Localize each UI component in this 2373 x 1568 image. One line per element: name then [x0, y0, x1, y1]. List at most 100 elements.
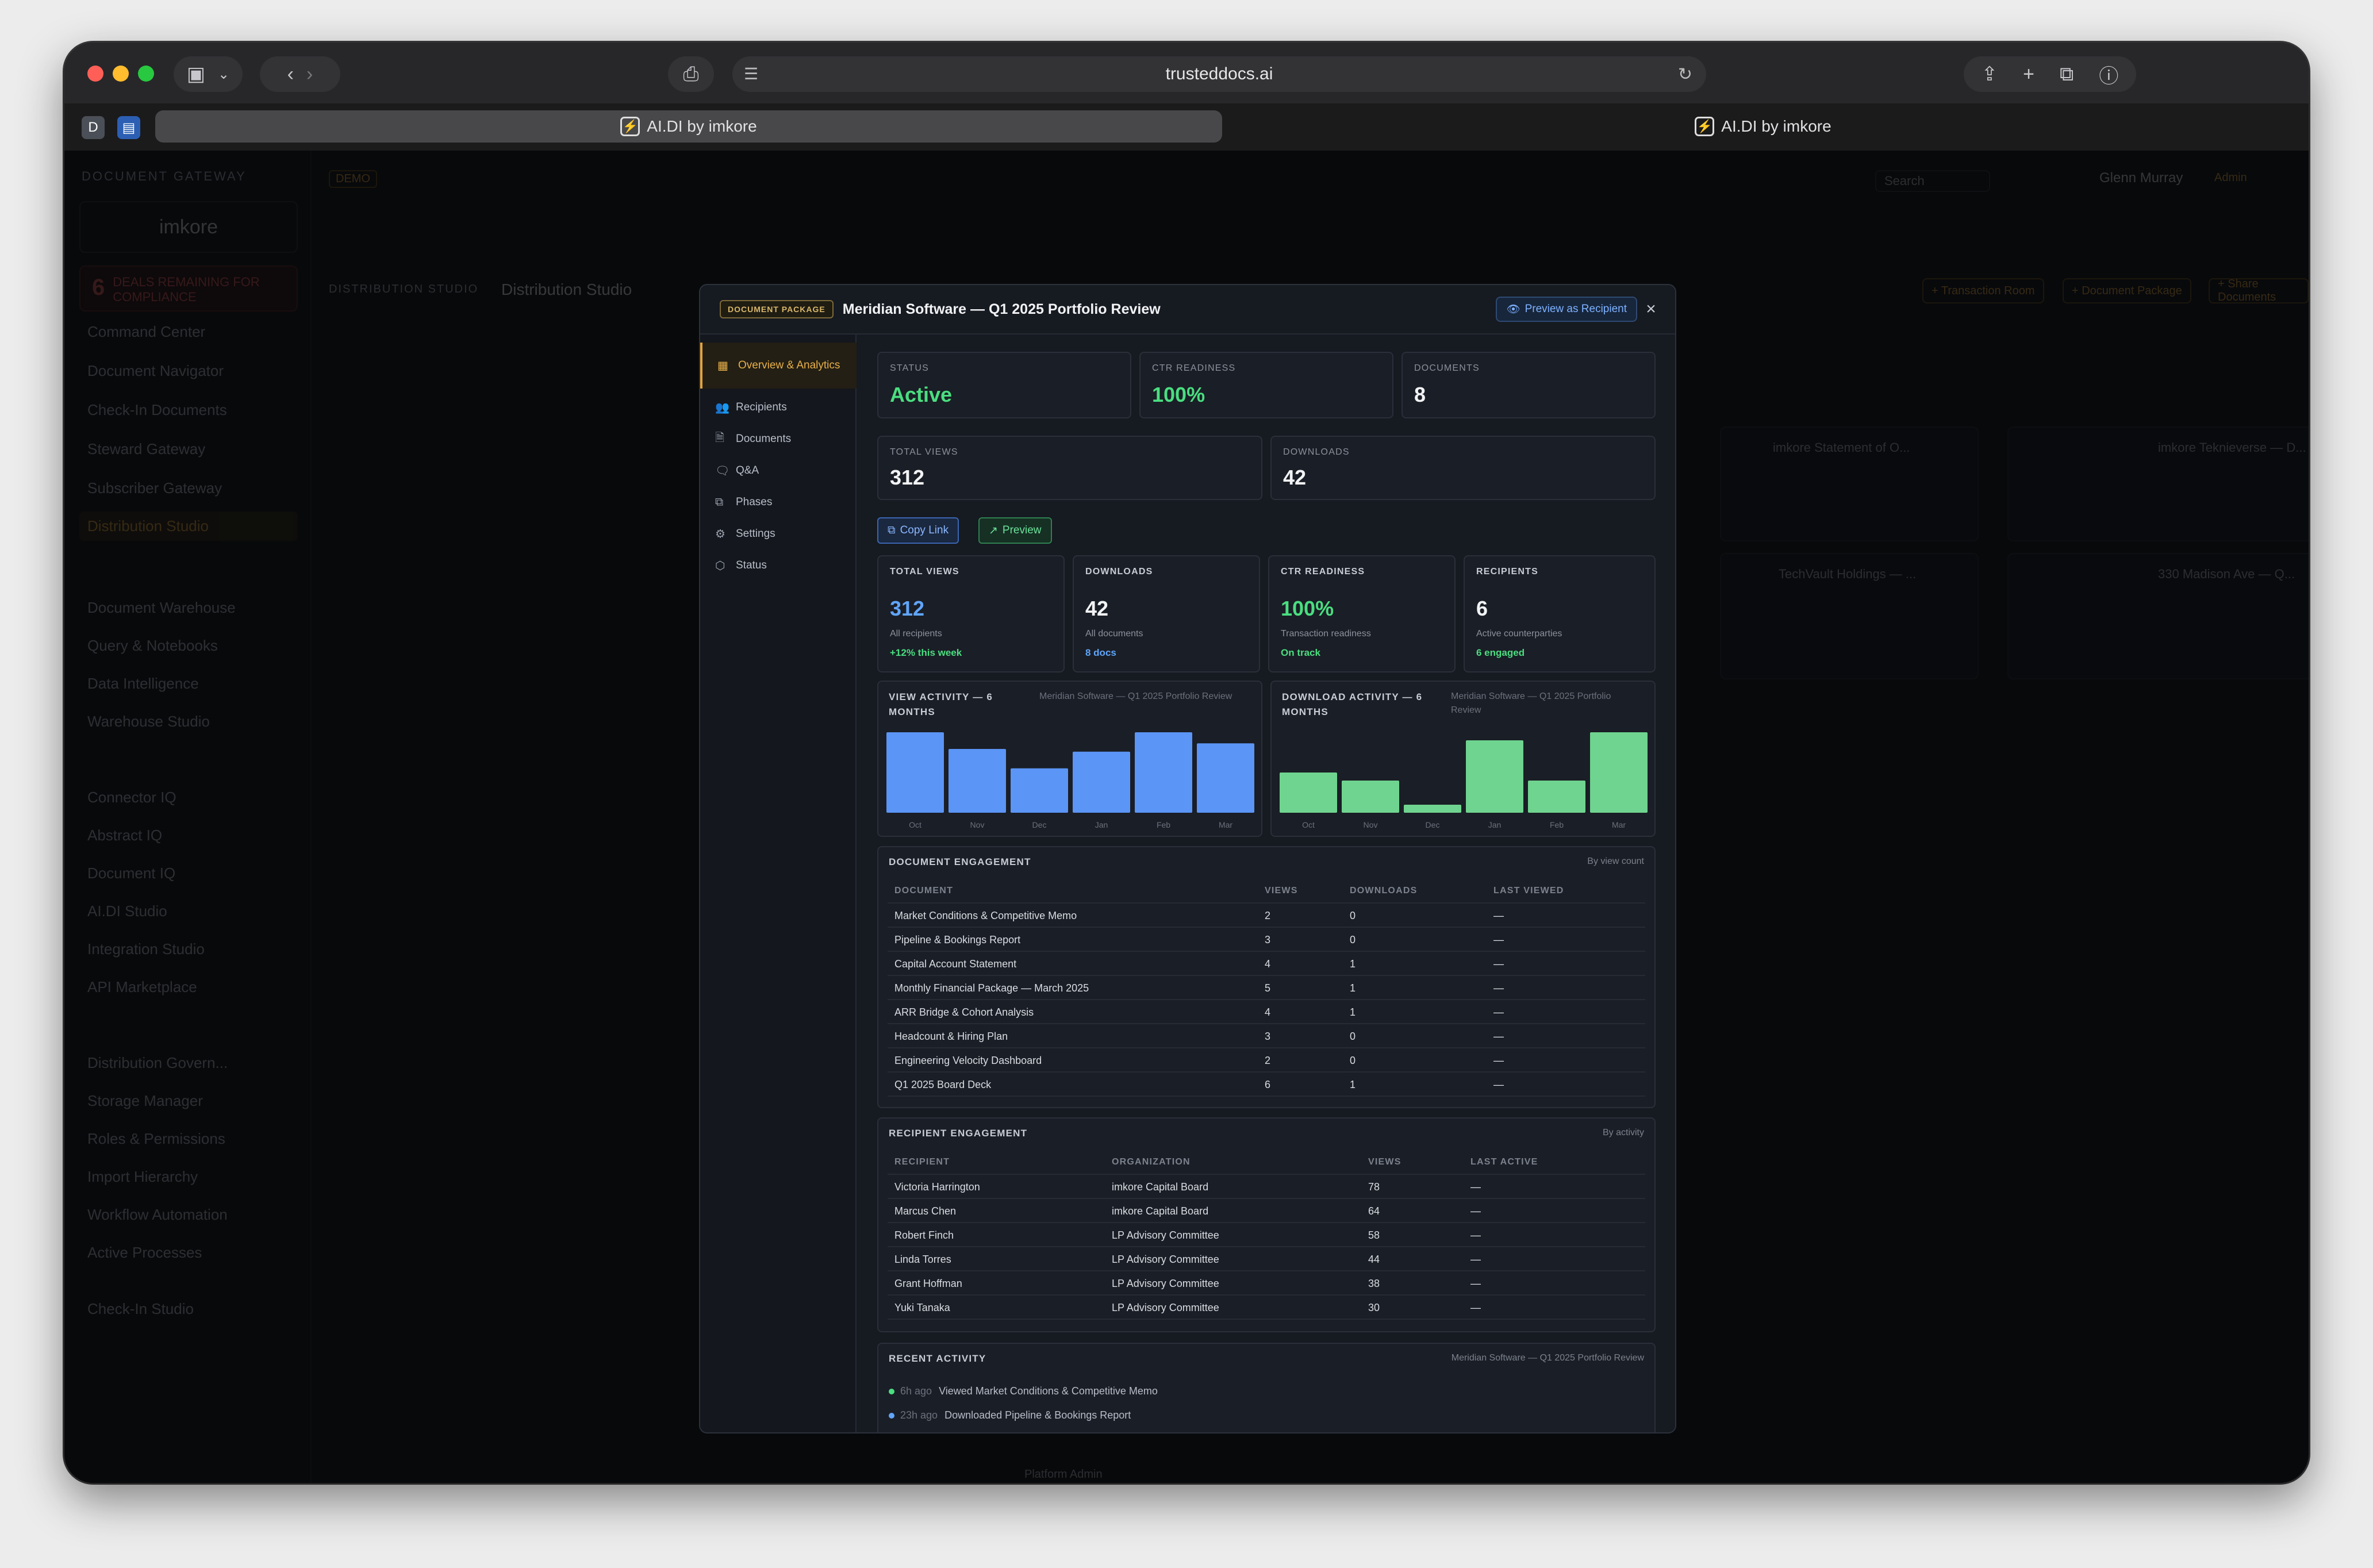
column-header: DOWNLOADS: [1350, 886, 1418, 896]
activity-text: Downloaded Pipeline & Bookings Report: [944, 1409, 1131, 1421]
modal-nav-label: Q&A: [736, 464, 759, 476]
table-row[interactable]: Pipeline & Bookings Report 3 0 —: [888, 928, 1645, 952]
organization-cell: LP Advisory Committee: [1112, 1229, 1219, 1241]
modal-nav-phases[interactable]: ⧉ Phases: [700, 487, 857, 518]
page-settings-icon[interactable]: ☰: [744, 64, 758, 83]
x-tick-label: Mar: [1219, 820, 1232, 829]
table-row[interactable]: Headcount & Hiring Plan 3 0 —: [888, 1024, 1645, 1048]
modal-nav-recipients[interactable]: 👥 Recipients: [700, 392, 857, 423]
copy-link-button[interactable]: ⧉ Copy Link: [877, 517, 959, 544]
section-subtitle: By activity: [1602, 1128, 1644, 1137]
external-link-icon: ↗: [989, 524, 998, 537]
views-cell: 6: [1265, 1079, 1271, 1090]
kpi-note: On track: [1281, 647, 1320, 658]
recipient-name: Victoria Harrington: [894, 1181, 980, 1193]
document-engagement-table: DOCUMENT VIEWS DOWNLOADS LAST VIEWED Mar…: [888, 879, 1645, 1109]
recent-activity-card: RECENT ACTIVITY Meridian Software — Q1 2…: [877, 1343, 1656, 1432]
table-row[interactable]: Robert Finch LP Advisory Committee 58 —: [888, 1223, 1645, 1247]
column-header: DOCUMENT: [894, 886, 954, 896]
forward-icon[interactable]: ›: [306, 63, 313, 86]
table-row[interactable]: Monthly Financial Package — March 2025 5 1…: [888, 976, 1645, 1000]
x-tick-label: Nov: [1364, 820, 1378, 829]
last-active-cell: —: [1470, 1254, 1481, 1265]
tab-favicon-icon: ⚡: [1695, 117, 1715, 136]
kpi-label: TOTAL VIEWS: [890, 567, 959, 577]
modal-nav-qa[interactable]: 🗨 Q&A: [700, 455, 857, 486]
views-cell: 44: [1368, 1254, 1380, 1265]
documents-stat-card: DOCUMENTS 8: [1401, 352, 1656, 418]
last-viewed-cell: —: [1493, 982, 1504, 994]
table-row[interactable]: ARR Bridge & Cohort Analysis 4 1 —: [888, 1000, 1645, 1024]
last-viewed-cell: —: [1493, 1079, 1504, 1090]
views-cell: 58: [1368, 1229, 1380, 1241]
table-row[interactable]: Engineering Velocity Dashboard 2 0 —: [888, 1048, 1645, 1073]
table-row[interactable]: Grant Hoffman LP Advisory Committee 38 —: [888, 1271, 1645, 1296]
last-viewed-cell: —: [1493, 1006, 1504, 1018]
views-cell: 5: [1265, 982, 1271, 994]
section-subtitle: Meridian Software — Q1 2025 Portfolio Re…: [1451, 1353, 1644, 1363]
preview-button[interactable]: ↗ Preview: [978, 517, 1052, 544]
minimize-window-button[interactable]: [113, 66, 129, 82]
reload-icon[interactable]: ↻: [1678, 64, 1692, 84]
new-tab-icon[interactable]: +: [2023, 63, 2034, 86]
table-row[interactable]: Linda Torres LP Advisory Committee 44 —: [888, 1247, 1645, 1271]
views-cell: 38: [1368, 1278, 1380, 1289]
document-name: Market Conditions & Competitive Memo: [894, 910, 1077, 921]
back-icon[interactable]: ‹: [287, 63, 294, 86]
preview-as-recipient-button[interactable]: 👁 Preview as Recipient: [1496, 297, 1637, 322]
column-header: LAST ACTIVE: [1470, 1157, 1538, 1167]
kpi-card-downloads: DOWNLOADS 42 All documents 8 docs: [1073, 555, 1260, 672]
x-tick-label: Dec: [1032, 820, 1047, 829]
table-row[interactable]: Q1 2025 Board Deck 6 1 —: [888, 1073, 1645, 1097]
table-row[interactable]: Marcus Chen imkore Capital Board 64 —: [888, 1199, 1645, 1223]
views-cell: 64: [1368, 1205, 1380, 1217]
modal-nav-overview-analytics[interactable]: ▦ Overview & Analytics: [700, 343, 857, 389]
bar-feb: [1135, 732, 1192, 813]
address-bar[interactable]: ☰ trusteddocs.ai ↻: [732, 56, 1706, 92]
kpi-sub: Transaction readiness: [1281, 629, 1371, 639]
document-name: Pipeline & Bookings Report: [894, 934, 1021, 946]
copy-link-label: Copy Link: [900, 524, 949, 536]
kpi-label: CTR READINESS: [1281, 567, 1365, 577]
table-row[interactable]: Victoria Harrington imkore Capital Board 7…: [888, 1175, 1645, 1199]
activity-dot-icon: [889, 1389, 894, 1395]
x-tick-label: Nov: [970, 820, 985, 829]
stat-label: STATUS: [890, 363, 929, 373]
profile-badge[interactable]: D: [82, 116, 105, 139]
copy-icon: ⧉: [888, 524, 896, 536]
modal-nav-settings[interactable]: ⚙ Settings: [700, 518, 857, 549]
kpi-label: DOWNLOADS: [1085, 567, 1153, 577]
sidebar-toggle-button[interactable]: ▣ ⌄: [174, 56, 243, 92]
toolbar-actions: ⇪ + ⧉ ⓘ: [1964, 56, 2136, 92]
last-active-cell: —: [1470, 1302, 1481, 1313]
tab-aidi-second[interactable]: ⚡ AI.DI by imkore: [1243, 110, 2283, 143]
x-tick-label: Feb: [1157, 820, 1170, 829]
activity-text: Viewed Market Conditions & Competitive M…: [939, 1385, 1158, 1397]
tab-aidi-active[interactable]: ⚡ AI.DI by imkore: [155, 110, 1222, 143]
share-icon[interactable]: ⇪: [1982, 63, 1998, 86]
zoom-window-button[interactable]: [138, 66, 154, 82]
x-tick-label: Oct: [1302, 820, 1315, 829]
chart-title: DOWNLOAD ACTIVITY — 6 MONTHS: [1282, 691, 1423, 717]
downloads-cell: 1: [1350, 1079, 1356, 1090]
organization-cell: LP Advisory Committee: [1112, 1254, 1219, 1265]
tab-overview-icon[interactable]: ⧉: [2060, 63, 2074, 86]
modal-nav-label: Status: [736, 559, 767, 571]
print-button[interactable]: ⎙: [668, 56, 714, 92]
organization-cell: LP Advisory Committee: [1112, 1278, 1219, 1289]
table-row[interactable]: Market Conditions & Competitive Memo 2 0 —: [888, 904, 1645, 928]
web-content: DOCUMENT GATEWAY imkore 6 DEALS REMAINING…: [64, 151, 2309, 1483]
gear-icon: ⚙: [715, 528, 725, 541]
activity-dot-icon: [889, 1413, 894, 1419]
info-icon[interactable]: ⓘ: [2099, 60, 2118, 89]
kpi-note: +12% this week: [890, 647, 962, 658]
close-modal-button[interactable]: ×: [1641, 297, 1661, 322]
document-package-modal: DOCUMENT PACKAGE Meridian Software — Q1 …: [699, 284, 1676, 1434]
modal-nav-documents[interactable]: 🗎 Documents: [700, 424, 857, 455]
table-row[interactable]: Yuki Tanaka LP Advisory Committee 30 —: [888, 1296, 1645, 1320]
tab-group-icon[interactable]: ▤: [117, 116, 140, 139]
table-row[interactable]: Capital Account Statement 4 1 —: [888, 952, 1645, 976]
close-window-button[interactable]: [87, 66, 103, 82]
modal-nav-status[interactable]: ⬡ Status: [700, 550, 857, 581]
downloads-cell: 1: [1350, 958, 1356, 970]
